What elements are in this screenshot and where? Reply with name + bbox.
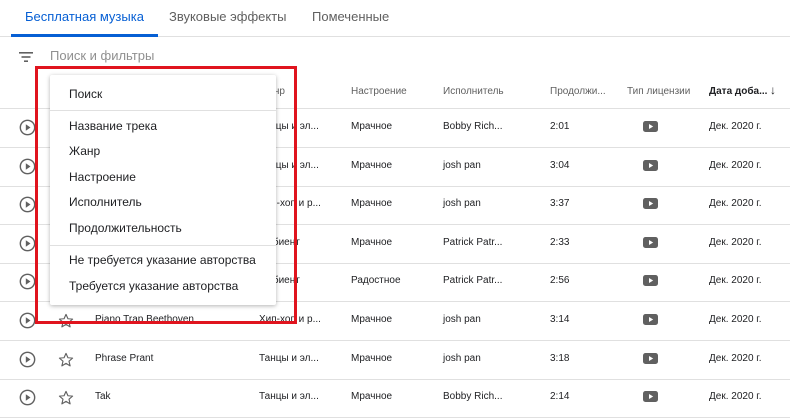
track-duration: 3:04 [550,159,570,171]
track-title[interactable]: Piano Trap Beethoven [95,314,194,325]
table-row[interactable]: Piano Trap Beethoven Хип-хоп и р... Мрачно… [0,302,790,341]
tab-label: Звуковые эффекты [169,9,287,24]
menu-item-search[interactable]: Поиск [69,87,102,101]
column-date-added[interactable]: Дата доба... [709,86,767,97]
track-artist[interactable]: Bobby Rich... [443,121,502,132]
track-date-added: Дек. 2020 г. [709,236,762,248]
track-title[interactable]: Tak [95,391,111,402]
menu-item-duration[interactable]: Продолжительность [69,221,182,235]
column-mood[interactable]: Настроение [351,86,407,97]
youtube-license-icon [643,314,658,325]
track-mood: Мрачное [351,314,393,325]
track-artist[interactable]: josh pan [443,198,481,209]
play-icon[interactable] [19,158,36,175]
track-artist[interactable]: Bobby Rich... [443,391,502,402]
youtube-license-icon [643,352,658,364]
filter-bar [0,37,790,77]
column-license[interactable]: Тип лицензии [627,86,690,97]
search-filter-input[interactable] [50,48,350,63]
youtube-license-icon [643,159,658,171]
track-duration: 3:14 [550,314,570,325]
play-icon[interactable] [19,119,36,136]
play-icon[interactable] [19,196,36,213]
column-artist[interactable]: Исполнитель [443,86,504,97]
track-genre: Танцы и эл... [259,352,319,364]
tab-sound-effects[interactable]: Звуковые эффекты [169,0,287,36]
tab-starred[interactable]: Помеченные [312,0,389,36]
tab-label: Помеченные [312,9,390,24]
track-duration: 3:37 [550,198,570,210]
youtube-license-icon [643,391,658,403]
track-artist[interactable]: josh pan [443,353,481,364]
arrow-down-icon[interactable]: ↓ [770,83,776,97]
track-artist[interactable]: Patrick Patr... [443,237,502,248]
menu-item-no-attribution[interactable]: Не требуется указание авторства [69,253,256,267]
youtube-license-icon [643,121,658,132]
star-icon[interactable] [57,351,75,369]
tab-label: Бесплатная музыка [25,9,144,24]
menu-item-attribution-required[interactable]: Требуется указание авторства [69,279,238,293]
track-date-added: Дек. 2020 г. [709,314,762,325]
track-mood: Радостное [351,275,401,287]
table-row[interactable]: Phrase Prant Танцы и эл... Мрачное josh pan… [0,341,790,380]
filter-icon[interactable] [18,49,34,65]
track-mood: Мрачное [351,159,393,171]
track-date-added: Дек. 2020 г. [709,352,762,364]
track-artist[interactable]: josh pan [443,160,481,171]
track-genre: Хип-хоп и р... [259,314,321,325]
play-icon[interactable] [19,235,36,252]
tab-bar: Бесплатная музыка Звуковые эффекты Помеч… [0,0,790,37]
track-duration: 2:01 [550,121,570,132]
track-date-added: Дек. 2020 г. [709,391,762,403]
track-duration: 3:18 [550,352,570,364]
column-duration[interactable]: Продолжи... [550,86,606,97]
track-date-added: Дек. 2020 г. [709,275,762,287]
play-icon[interactable] [19,351,36,368]
filter-dropdown-menu: Поиск Название трека Жанр Настроение Исп… [50,75,276,305]
menu-item-track-name[interactable]: Название трека [69,119,157,133]
play-icon[interactable] [19,312,36,329]
track-mood: Мрачное [351,391,393,403]
track-mood: Мрачное [351,198,393,210]
youtube-license-icon [643,198,658,210]
track-mood: Мрачное [351,121,393,132]
track-duration: 2:56 [550,275,570,287]
track-date-added: Дек. 2020 г. [709,198,762,210]
tab-free-music[interactable]: Бесплатная музыка [11,0,158,37]
menu-divider [50,110,276,111]
star-icon[interactable] [57,312,75,330]
track-duration: 2:33 [550,236,570,248]
menu-item-artist[interactable]: Исполнитель [69,195,142,209]
track-mood: Мрачное [351,352,393,364]
star-icon[interactable] [57,389,75,407]
track-date-added: Дек. 2020 г. [709,159,762,171]
track-artist[interactable]: Patrick Patr... [443,275,502,286]
table-row[interactable]: Tak Танцы и эл... Мрачное Bobby Rich... 2:14… [0,379,790,418]
play-icon[interactable] [19,389,36,406]
track-date-added: Дек. 2020 г. [709,121,762,132]
track-duration: 2:14 [550,391,570,403]
menu-item-genre[interactable]: Жанр [69,144,100,158]
track-title[interactable]: Phrase Prant [95,353,153,364]
track-mood: Мрачное [351,236,393,248]
youtube-license-icon [643,236,658,248]
menu-divider [50,245,276,246]
youtube-license-icon [643,275,658,287]
menu-item-mood[interactable]: Настроение [69,170,136,184]
track-artist[interactable]: josh pan [443,314,481,325]
play-icon[interactable] [19,273,36,290]
track-genre: Танцы и эл... [259,391,319,403]
